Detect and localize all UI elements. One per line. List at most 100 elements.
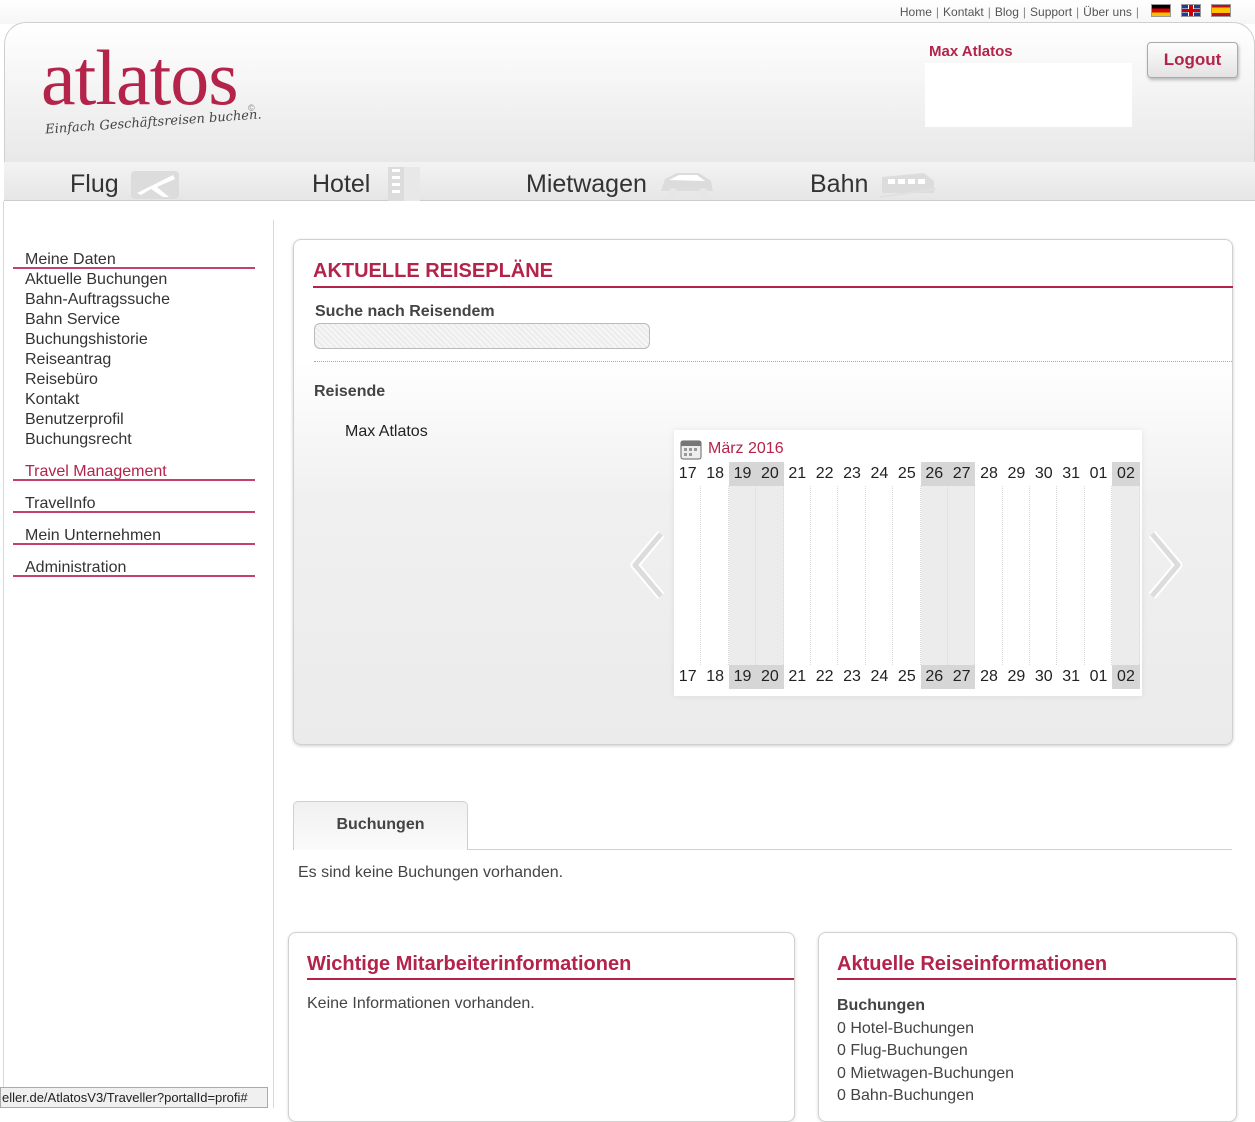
- mitarbeiterinfo-text: Keine Informationen vorhanden.: [307, 995, 535, 1012]
- top-day-cell: 20: [756, 462, 784, 486]
- day-column[interactable]: [1057, 486, 1085, 665]
- top-day-cell: 19: [728, 462, 757, 486]
- sidebar-item-travel-management[interactable]: Travel Management: [13, 462, 255, 481]
- sidebar-item-buchungsrecht[interactable]: Buchungsrecht: [13, 430, 255, 450]
- day-column[interactable]: [975, 486, 1003, 665]
- building-icon: [388, 167, 421, 201]
- sidebar-item-bahn-auftragssuche[interactable]: Bahn-Auftragssuche: [13, 290, 255, 310]
- day-column[interactable]: [784, 486, 811, 665]
- day-columns: [674, 486, 1140, 665]
- reiseinfo-bahn: 0 Bahn-Buchungen: [837, 1087, 974, 1104]
- top-day-cell: 02: [1112, 462, 1140, 486]
- plane-icon: [130, 171, 179, 199]
- nav-label: Bahn: [810, 169, 869, 198]
- top-day-cell: 21: [788, 465, 807, 482]
- reiseinfo-title: Aktuelle Reiseinformationen: [837, 953, 1236, 980]
- traveller-name[interactable]: Max Atlatos: [345, 423, 428, 441]
- bottom-day-cell: 22: [815, 668, 834, 685]
- mitarbeiterinfo-box: Wichtige Mitarbeiterinformationen Keine …: [288, 932, 795, 1122]
- logo[interactable]: atlatos: [41, 33, 239, 123]
- sidebar-item-aktuelle-buchungen[interactable]: Aktuelle Buchungen: [13, 270, 255, 290]
- reiseinfo-heading: Buchungen: [837, 997, 925, 1014]
- bottom-day-cell: 21: [788, 668, 807, 685]
- top-day-cell: 24: [870, 465, 889, 482]
- reiseinfo-flug: 0 Flug-Buchungen: [837, 1042, 968, 1059]
- chevron-right-icon[interactable]: [1146, 530, 1186, 600]
- sidebar-item-kontakt[interactable]: Kontakt: [13, 390, 255, 410]
- day-column[interactable]: [756, 486, 784, 665]
- divider: [314, 361, 1232, 362]
- nav-mietwagen[interactable]: Mietwagen: [526, 167, 717, 201]
- content-left-border: [3, 201, 4, 1108]
- spanish-flag-icon[interactable]: [1211, 4, 1231, 17]
- bottom-day-cell: 31: [1062, 668, 1081, 685]
- nav-flug[interactable]: Flug: [70, 167, 181, 201]
- top-day-cell: 31: [1062, 465, 1081, 482]
- link-support[interactable]: Support: [1030, 5, 1072, 19]
- top-day-cell: 18: [706, 465, 724, 482]
- train-icon: [880, 173, 937, 198]
- sidebar-item-meine-daten[interactable]: Meine Daten: [13, 250, 255, 269]
- main-nav: Flug Hotel Mietwagen Bahn: [4, 162, 1255, 201]
- day-column[interactable]: [674, 486, 702, 665]
- top-day-cell: 22: [815, 465, 834, 482]
- user-name: Max Atlatos: [929, 43, 1013, 60]
- link-kontakt[interactable]: Kontakt: [943, 5, 984, 19]
- day-column[interactable]: [838, 486, 866, 665]
- sidebar-item-travelinfo[interactable]: TravelInfo: [13, 494, 255, 513]
- sidebar-item-administration[interactable]: Administration: [13, 558, 255, 577]
- sidebar-item-bahn-service[interactable]: Bahn Service: [13, 310, 255, 330]
- timeline-calendar: März 2016 17 18 19 20 21 22 23 24 25 26 27 28 29 30 31…: [674, 430, 1142, 696]
- day-column[interactable]: [866, 486, 894, 665]
- nav-label: Flug: [70, 169, 119, 198]
- logout-button[interactable]: Logout: [1147, 42, 1238, 78]
- sidebar-item-mein-unternehmen[interactable]: Mein Unternehmen: [13, 526, 255, 545]
- browser-status-bar: eller.de/AtlatosV3/Traveller?portalId=pr…: [0, 1087, 268, 1108]
- nav-bahn[interactable]: Bahn: [810, 167, 938, 201]
- top-links: Home | Kontakt | Blog | Support | Über uns |: [899, 5, 1139, 19]
- traveller-search-input[interactable]: [314, 323, 650, 349]
- sidebar-item-buchungshistorie[interactable]: Buchungshistorie: [13, 330, 255, 350]
- bottom-day-cell: 27: [947, 665, 976, 689]
- day-column[interactable]: [1030, 486, 1058, 665]
- calendar-icon[interactable]: [680, 438, 702, 460]
- bottom-day-cell: 01: [1089, 668, 1108, 685]
- reiseinfo-box: Aktuelle Reiseinformationen Buchungen 0 …: [818, 932, 1237, 1122]
- sidebar-item-benutzerprofil[interactable]: Benutzerprofil: [13, 410, 255, 430]
- mitarbeiterinfo-title: Wichtige Mitarbeiterinformationen: [307, 953, 794, 980]
- link-ueber-uns[interactable]: Über uns: [1083, 5, 1132, 19]
- day-column[interactable]: [1085, 486, 1113, 665]
- reiseinfo-mietwagen: 0 Mietwagen-Buchungen: [837, 1064, 1015, 1082]
- chevron-left-icon[interactable]: [627, 530, 667, 600]
- day-column[interactable]: [947, 486, 976, 665]
- sidebar-item-reiseantrag[interactable]: Reiseantrag: [13, 350, 255, 370]
- user-info-box: [925, 63, 1132, 127]
- day-column[interactable]: [893, 486, 921, 665]
- english-flag-icon[interactable]: [1181, 4, 1201, 17]
- top-day-cell: 17: [678, 465, 697, 482]
- day-header-top: 17 18 19 20 21 22 23 24 25 26 27 28 29 30 31 01 02: [674, 462, 1140, 486]
- top-day-cell: 01: [1089, 465, 1108, 482]
- sidebar-item-reisebuero[interactable]: Reisebüro: [13, 370, 255, 390]
- calendar-month: März 2016: [708, 440, 784, 457]
- day-column[interactable]: [811, 486, 839, 665]
- bottom-day-cell: 18: [706, 668, 724, 685]
- bottom-day-cell: 30: [1034, 668, 1053, 685]
- sidebar-divider: [273, 220, 274, 1108]
- car-icon: [660, 173, 713, 198]
- german-flag-icon[interactable]: [1151, 4, 1171, 17]
- nav-hotel[interactable]: Hotel: [312, 167, 432, 201]
- top-day-cell: 29: [1007, 465, 1026, 482]
- day-column[interactable]: [701, 486, 729, 665]
- top-day-cell: 25: [897, 465, 916, 482]
- bottom-day-cell: 24: [870, 668, 889, 685]
- bottom-day-cell: 26: [920, 665, 948, 689]
- day-column[interactable]: [1112, 486, 1140, 665]
- link-blog[interactable]: Blog: [995, 5, 1019, 19]
- reiseinfo-hotel: 0 Hotel-Buchungen: [837, 1019, 974, 1037]
- link-home[interactable]: Home: [900, 5, 932, 19]
- day-column[interactable]: [1003, 486, 1031, 665]
- tab-buchungen[interactable]: Buchungen: [293, 801, 468, 850]
- day-column[interactable]: [728, 486, 757, 665]
- day-column[interactable]: [920, 486, 948, 665]
